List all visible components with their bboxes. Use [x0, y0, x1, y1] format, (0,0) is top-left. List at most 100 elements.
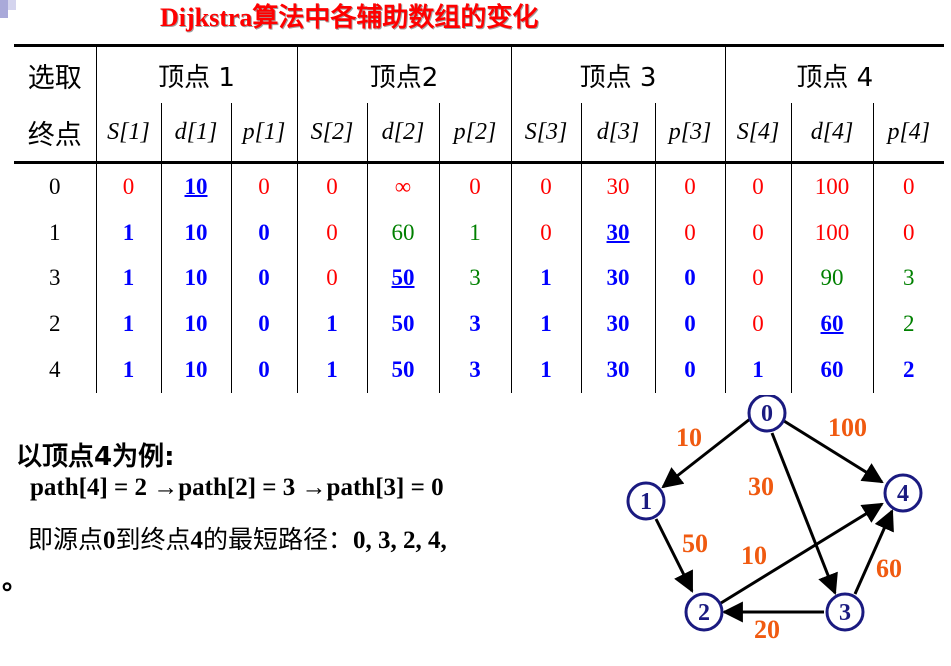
table-cell: 10: [160, 209, 231, 256]
graph-diagram: 10 100 30 50 10 20 60 0 1 2 3 4: [626, 395, 923, 644]
table-cell: 1: [724, 347, 792, 393]
table-cell: 1: [95, 347, 161, 393]
table-cell: 0: [510, 162, 582, 210]
table-cell: 2: [872, 347, 945, 393]
table-cell: 3: [438, 347, 512, 393]
row-label: 0: [49, 173, 61, 199]
table-cell: 30: [580, 347, 656, 393]
graph-node-1: 1: [626, 481, 666, 521]
table-cell: 0: [510, 209, 582, 256]
weight-0-3: 30: [748, 472, 774, 501]
table-cell: 10: [160, 162, 231, 210]
slide-corner-decoration-2: [8, 0, 16, 10]
table-cell: 0: [230, 301, 297, 348]
table-cell: 30: [580, 255, 656, 302]
weight-1-2: 50: [682, 529, 708, 558]
table-cell: 0: [230, 255, 297, 302]
subheader: p[2]: [438, 103, 512, 164]
table-cell: 0: [438, 162, 512, 210]
row-label: 2: [49, 311, 61, 337]
table-cell: 30: [580, 162, 656, 210]
subheader: d[2]: [366, 103, 439, 164]
table-cell: 1: [510, 301, 582, 348]
weight-3-4: 60: [876, 554, 902, 583]
group-header-vertex-3: 顶点 3: [510, 44, 726, 103]
group-header-vertex-1: 顶点 1: [95, 44, 297, 103]
table-cell: 3: [872, 255, 945, 302]
table-cell: 3: [438, 301, 512, 348]
edge-0-3: [770, 432, 838, 595]
row-label: 4: [49, 357, 61, 383]
graph-node-0: 0: [747, 395, 787, 433]
weight-0-1: 10: [676, 423, 702, 452]
example-heading: 以顶点4为例:: [16, 442, 175, 472]
table-cell: 0: [654, 209, 726, 256]
result-mid-1: 到终点: [115, 525, 191, 554]
corner-header-bottom: 终点: [14, 103, 96, 164]
table-cell: 3: [438, 255, 512, 302]
graph-node-4: 4: [883, 473, 923, 513]
weight-3-2: 20: [754, 615, 780, 644]
subheader: S[3]: [510, 103, 582, 164]
table-cell: 0: [654, 347, 726, 393]
table-cell: 0: [654, 162, 726, 210]
table-cell: 0: [724, 209, 792, 256]
table-cell: 100: [790, 162, 874, 210]
table-cell: 90: [790, 255, 874, 302]
table-cell: 30: [580, 301, 656, 348]
trailing-period: 。: [2, 566, 29, 596]
table-cell: 0: [654, 301, 726, 348]
subheader: p[4]: [872, 103, 945, 164]
subheader: d[4]: [790, 103, 874, 164]
table-cell: 1: [438, 209, 512, 256]
table-cell: 1: [95, 255, 161, 302]
path-trace: path[4] = 2 →path[2] = 3 →path[3] = 0: [30, 474, 444, 501]
table-cell: 0: [296, 209, 367, 256]
table-cell: 0: [724, 255, 792, 302]
graph-node-2: 2: [684, 592, 724, 632]
subheader: S[1]: [95, 103, 161, 164]
table-cell: 0: [230, 162, 297, 210]
table-cell: ∞: [366, 162, 439, 210]
result-mid-2: 的最短路径：: [203, 525, 354, 554]
table-cell: 1: [95, 209, 161, 256]
shortest-path-result: 即源点0到终点4的最短路径：0, 3, 2, 4,: [28, 520, 447, 556]
subheader: S[4]: [724, 103, 792, 164]
table-cell: 0: [872, 162, 945, 210]
table-cell: 0: [296, 162, 367, 210]
node-label-1: 1: [640, 489, 652, 515]
table-cell: 0: [230, 347, 297, 393]
table-cell: 0: [95, 162, 161, 210]
slide-corner-decoration: [0, 0, 8, 18]
subheader: p[1]: [230, 103, 297, 164]
table-cell: 60: [790, 301, 874, 348]
result-prefix: 即源点: [28, 525, 104, 554]
dijkstra-table: 选取 顶点 1 顶点2 顶点 3 顶点 4 终点 S[1] d[1] p[1] …: [14, 44, 945, 393]
table-cell: 1: [296, 301, 367, 348]
table-cell: 0: [654, 255, 726, 302]
table-cell: 60: [366, 209, 439, 256]
table-cell: 1: [510, 347, 582, 393]
table-cell: 1: [296, 347, 367, 393]
table-cell: 50: [366, 255, 439, 302]
group-header-vertex-2: 顶点2: [296, 44, 512, 103]
row-label: 3: [49, 265, 61, 291]
table-cell: 1: [510, 255, 582, 302]
table-cell: 10: [160, 347, 231, 393]
group-header-vertex-4: 顶点 4: [724, 44, 945, 103]
subheader: d[1]: [160, 103, 231, 164]
table-cell: 0: [724, 162, 792, 210]
weight-0-4: 100: [828, 413, 867, 442]
page-title: Dijkstra算法中各辅助数组的变化: [160, 3, 539, 32]
table-cell: 1: [95, 301, 161, 348]
table-cell: 0: [230, 209, 297, 256]
subheader: p[3]: [654, 103, 726, 164]
row-label: 1: [49, 219, 61, 245]
node-label-2: 2: [698, 600, 710, 626]
graph-node-3: 3: [825, 592, 865, 632]
table-cell: 10: [160, 301, 231, 348]
table-cell: 0: [872, 209, 945, 256]
table-cell: 30: [580, 209, 656, 256]
subheader: S[2]: [296, 103, 367, 164]
corner-header-top: 选取: [14, 44, 96, 103]
